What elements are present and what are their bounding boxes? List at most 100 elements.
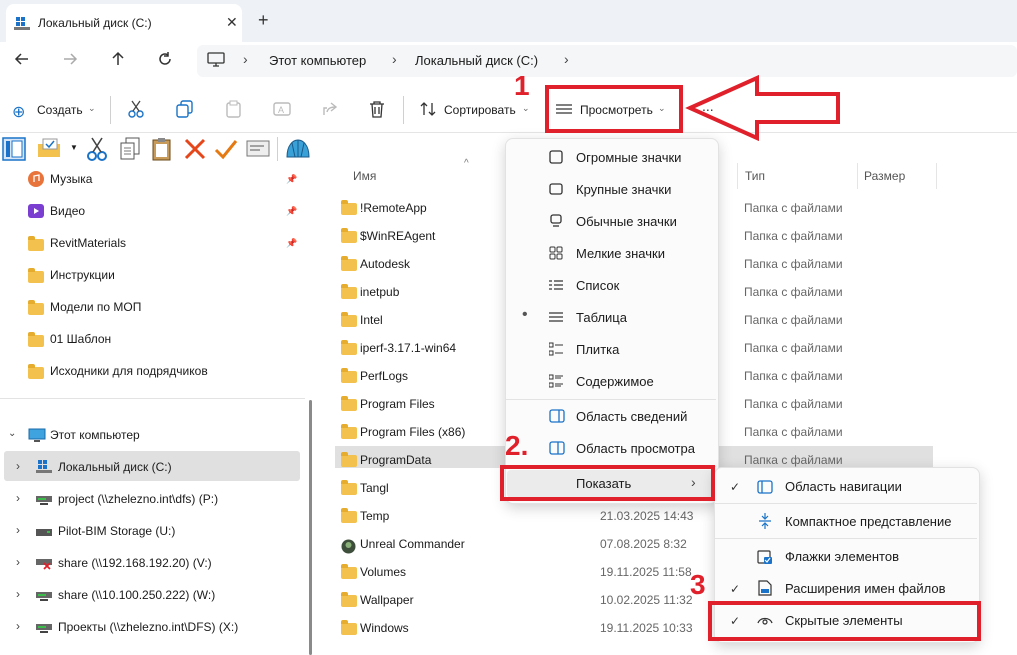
expand-chevron-icon[interactable]: › — [16, 555, 20, 569]
pin-icon[interactable]: 📌 — [286, 174, 297, 185]
file-type: Папка с файлами — [744, 369, 843, 383]
file-name[interactable]: PerfLogs — [360, 369, 408, 383]
nav-item-instructions[interactable]: Инструкции — [28, 266, 298, 286]
file-name[interactable]: ProgramData — [360, 453, 431, 467]
folder-icon — [341, 480, 357, 495]
nav-item-drive-p[interactable]: project (\\zhelezno.int\dfs) (P:) — [36, 490, 296, 510]
column-divider[interactable] — [857, 163, 858, 189]
copy-icon[interactable] — [119, 137, 141, 164]
divider — [403, 96, 404, 124]
menu-item-content[interactable]: Содержимое — [576, 374, 654, 389]
properties-icon[interactable] — [246, 140, 270, 161]
breadcrumb-local-disk[interactable]: Локальный диск (C:) — [415, 53, 538, 68]
paste-icon[interactable] — [225, 100, 243, 121]
nav-label: Видео — [50, 204, 86, 218]
forward-icon[interactable] — [62, 51, 78, 72]
column-header-name[interactable]: Имя — [353, 169, 376, 183]
nav-item-revitmaterials[interactable]: RevitMaterials 📌 — [28, 234, 298, 254]
checkmark-icon[interactable] — [214, 137, 238, 164]
file-name[interactable]: inetpub — [360, 285, 399, 299]
file-name[interactable]: iperf-3.17.1-win64 — [360, 341, 456, 355]
navigation-scrollbar[interactable] — [309, 400, 312, 655]
menu-item-medium-icons[interactable]: Обычные значки — [576, 214, 677, 229]
breadcrumb-this-pc[interactable]: Этот компьютер — [269, 53, 366, 68]
create-button[interactable]: Создать — [37, 103, 83, 117]
tab-local-disk[interactable]: Локальный диск (C:) ✕ — [6, 4, 242, 42]
copy-icon[interactable] — [176, 100, 194, 121]
menu-item-item-checkboxes[interactable]: Флажки элементов — [785, 549, 899, 564]
nav-item-music[interactable]: Музыка 📌 — [28, 170, 298, 190]
menu-item-extra-large-icons[interactable]: Огромные значки — [576, 150, 681, 165]
file-name[interactable]: !RemoteApp — [360, 201, 427, 215]
folder-check-icon[interactable] — [37, 138, 63, 161]
file-name[interactable]: Program Files — [360, 397, 435, 411]
share-icon[interactable] — [321, 100, 339, 121]
file-name[interactable]: Volumes — [360, 565, 406, 579]
nav-item-this-pc[interactable]: Этот компьютер — [28, 426, 298, 446]
file-name[interactable]: Wallpaper — [360, 593, 414, 607]
expand-chevron-icon[interactable]: › — [16, 587, 20, 601]
dropdown-arrow-icon[interactable]: ▼ — [70, 143, 78, 152]
file-name[interactable]: $WinREAgent — [360, 229, 435, 243]
column-header-size[interactable]: Размер — [864, 169, 905, 183]
menu-item-tiles[interactable]: Плитка — [576, 342, 619, 357]
nav-item-contractor-sources[interactable]: Исходники для подрядчиков — [28, 362, 298, 382]
nav-item-video[interactable]: Видео 📌 — [28, 202, 298, 222]
file-name[interactable]: Windows — [360, 621, 409, 635]
menu-item-file-extensions[interactable]: Расширения имен файлов — [785, 581, 946, 596]
nav-item-template[interactable]: 01 Шаблон — [28, 330, 298, 350]
expand-chevron-icon[interactable]: ⌄ — [8, 428, 16, 439]
cut-icon[interactable] — [127, 100, 145, 121]
breadcrumb-chevron-icon[interactable]: › — [392, 51, 397, 67]
sort-button[interactable]: Сортировать — [444, 103, 516, 117]
nav-item-drive-w[interactable]: share (\\10.100.250.222) (W:) — [36, 586, 296, 606]
breadcrumb-chevron-icon[interactable]: › — [564, 51, 569, 67]
refresh-icon[interactable] — [157, 51, 173, 72]
file-name[interactable]: Program Files (x86) — [360, 425, 465, 439]
menu-item-large-icons[interactable]: Крупные значки — [576, 182, 671, 197]
delete-icon[interactable] — [368, 100, 386, 121]
menu-item-navigation-pane[interactable]: Область навигации — [785, 479, 902, 494]
back-icon[interactable] — [14, 51, 30, 72]
cut-icon[interactable] — [86, 137, 108, 164]
breadcrumb-chevron-icon[interactable]: › — [243, 51, 248, 67]
menu-item-small-icons[interactable]: Мелкие значки — [576, 246, 665, 261]
new-tab-button[interactable]: + — [258, 10, 269, 31]
file-name[interactable]: Unreal Commander — [360, 537, 465, 551]
pin-icon[interactable]: 📌 — [286, 238, 297, 249]
close-tab-icon[interactable]: ✕ — [226, 14, 238, 31]
menu-item-details[interactable]: Таблица — [576, 310, 627, 325]
drive-icon — [36, 527, 52, 541]
nav-item-drive-x[interactable]: Проекты (\\zhelezno.int\DFS) (X:) — [36, 618, 296, 638]
column-divider[interactable] — [737, 163, 738, 189]
expand-chevron-icon[interactable]: › — [16, 491, 20, 505]
column-header-type[interactable]: Тип — [745, 169, 765, 183]
file-name[interactable]: Temp — [360, 509, 389, 523]
menu-item-details-pane[interactable]: Область сведений — [576, 409, 687, 424]
add-icon: ⊕ — [12, 104, 26, 121]
paste-icon[interactable] — [151, 137, 173, 164]
file-name[interactable]: Intel — [360, 313, 383, 327]
pin-icon[interactable]: 📌 — [286, 206, 297, 217]
menu-item-list[interactable]: Список — [576, 278, 619, 293]
shell-icon[interactable] — [285, 137, 311, 164]
navigation-pane-icon[interactable] — [2, 137, 26, 164]
video-icon — [28, 203, 44, 222]
menu-item-preview-pane[interactable]: Область просмотра — [576, 441, 695, 456]
up-icon[interactable] — [110, 51, 126, 72]
nav-item-mop-models[interactable]: Модели по МОП — [28, 298, 298, 318]
nav-item-drive-u[interactable]: Pilot-BIM Storage (U:) — [36, 522, 296, 542]
file-name[interactable]: Autodesk — [360, 257, 410, 271]
divider — [0, 398, 305, 399]
menu-item-compact-view[interactable]: Компактное представление — [785, 514, 951, 529]
file-name[interactable]: Tangl — [360, 481, 389, 495]
nav-item-drive-v[interactable]: share (\\192.168.192.20) (V:) — [36, 554, 296, 574]
sort-icon — [420, 101, 436, 120]
expand-chevron-icon[interactable]: › — [16, 523, 20, 537]
delete-x-icon[interactable] — [183, 137, 207, 164]
expand-chevron-icon[interactable]: › — [16, 459, 20, 473]
nav-item-drive-c[interactable]: Локальный диск (C:) — [36, 458, 296, 478]
column-divider[interactable] — [936, 163, 937, 189]
rename-icon[interactable]: A — [273, 100, 291, 121]
expand-chevron-icon[interactable]: › — [16, 619, 20, 633]
